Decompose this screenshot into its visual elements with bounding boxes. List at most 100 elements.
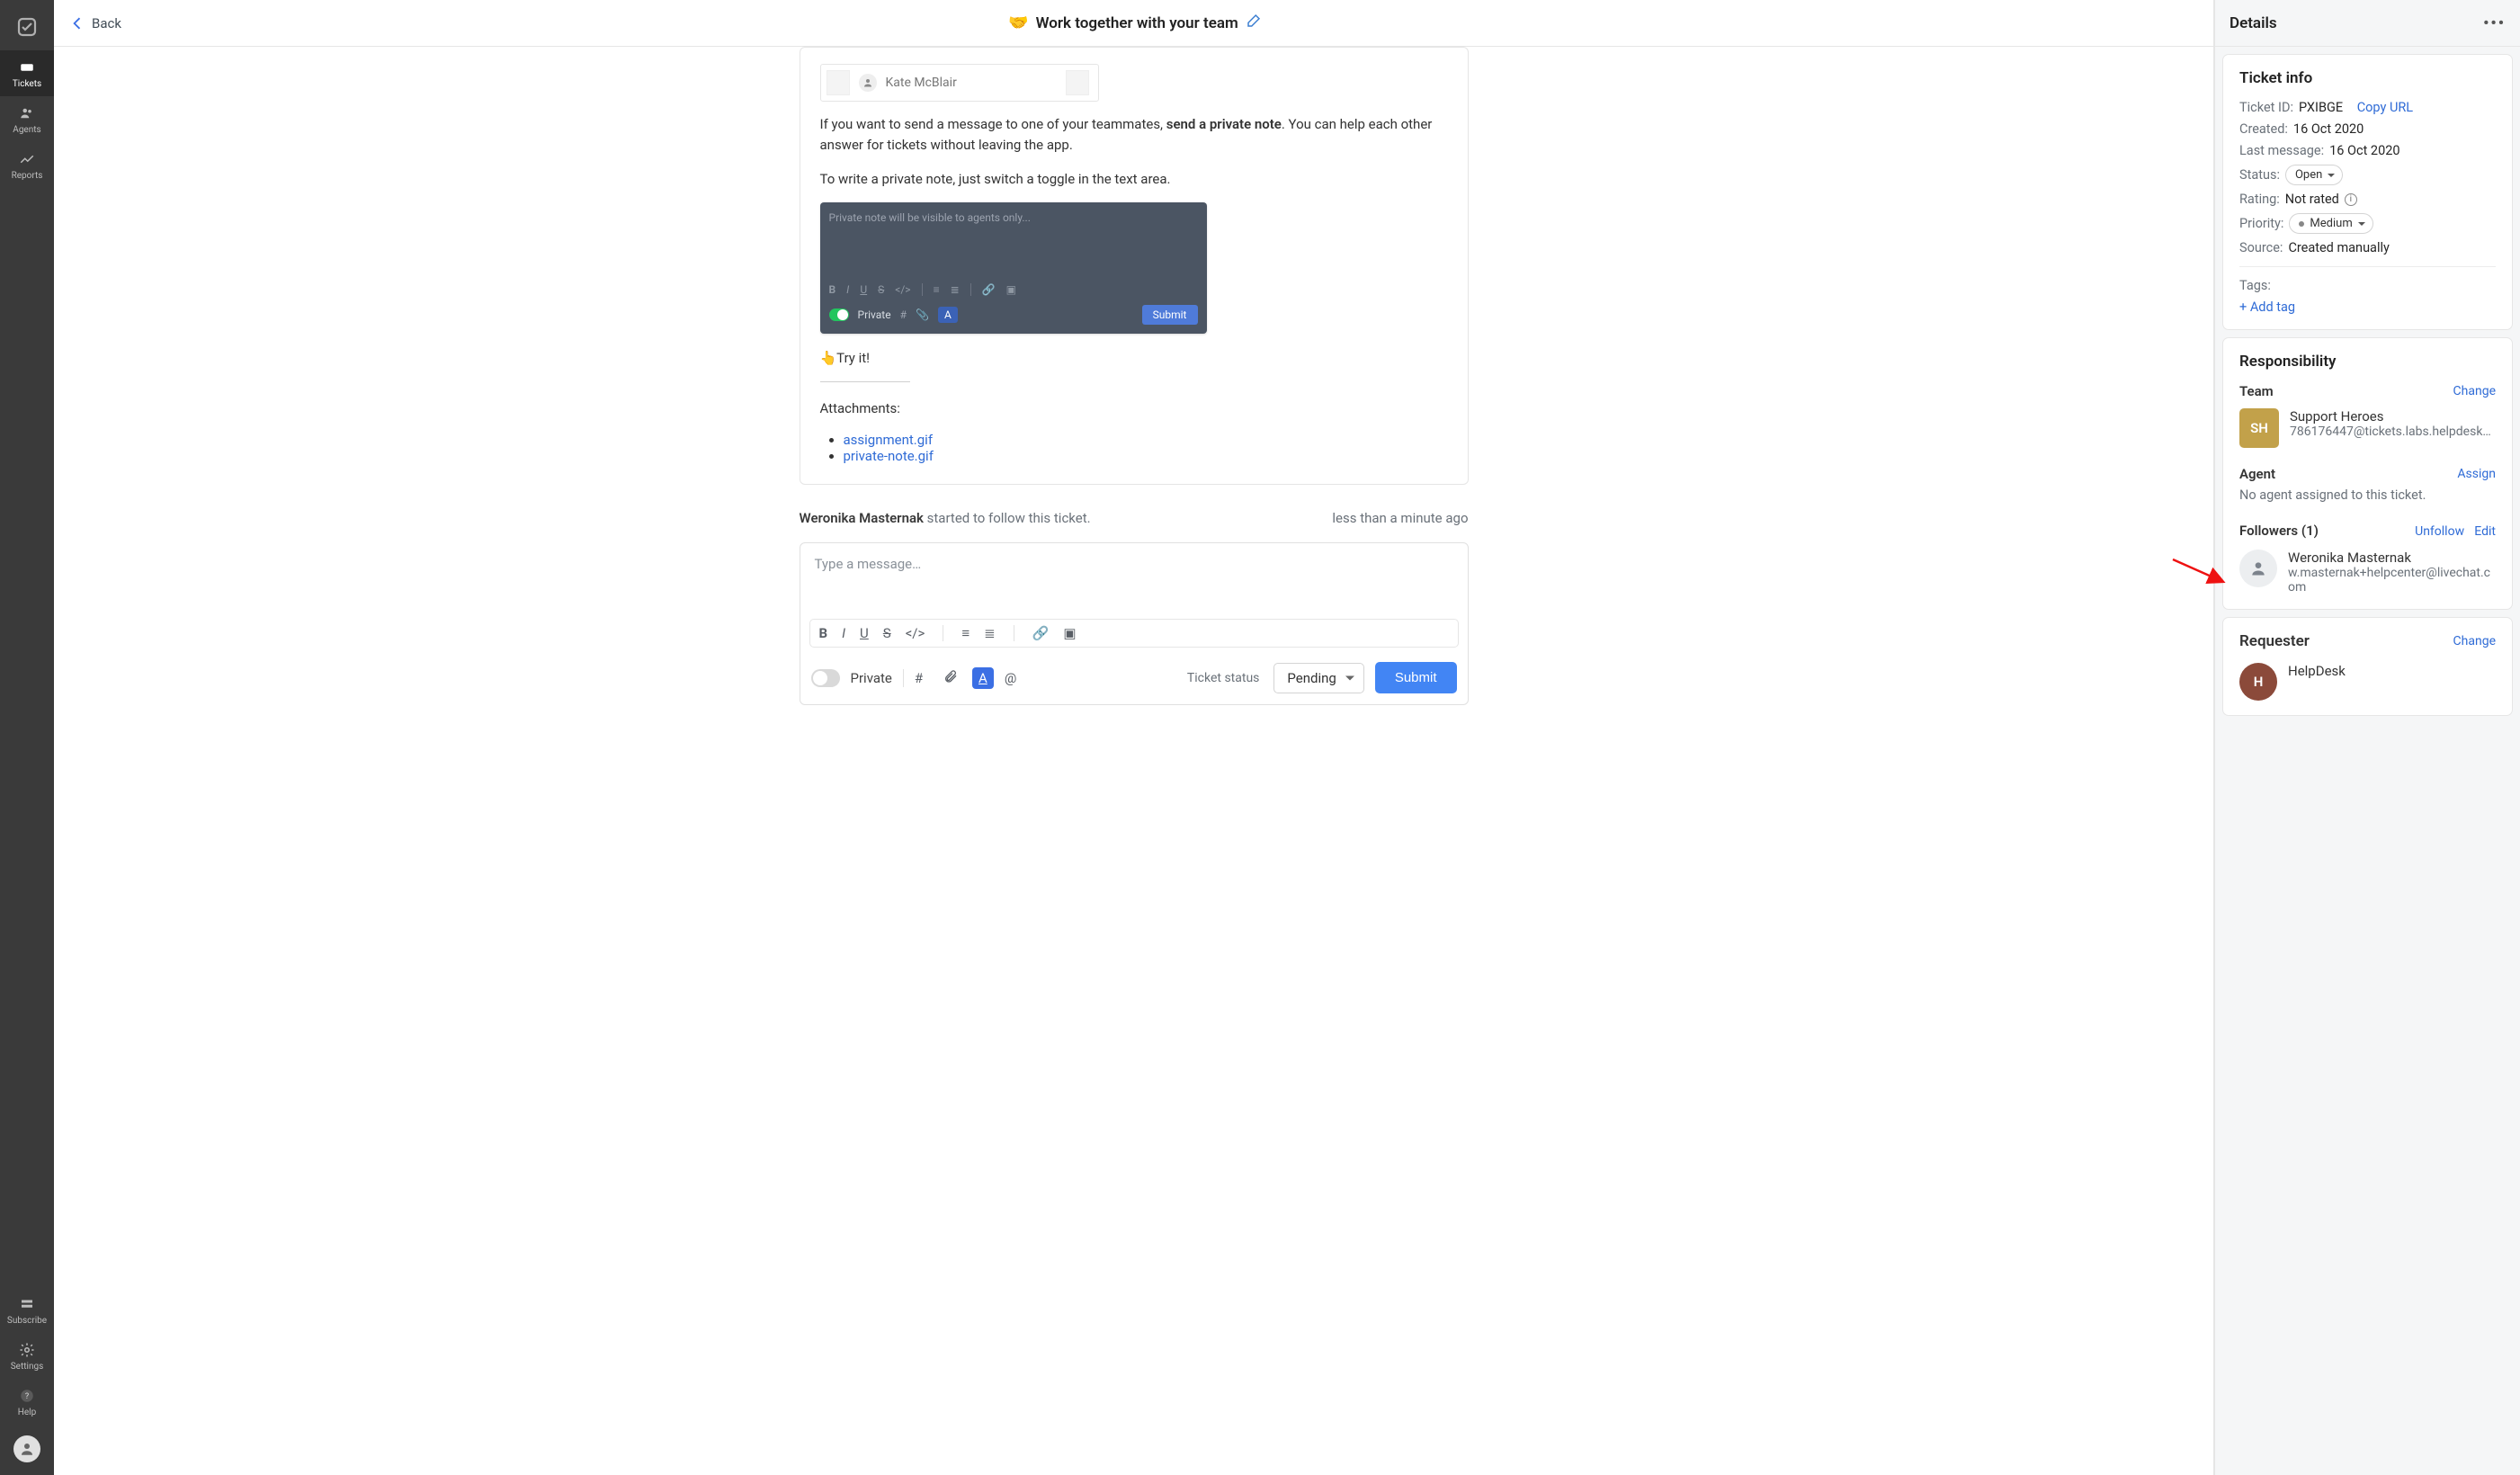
priority-chip[interactable]: Medium	[2289, 213, 2373, 234]
ticket-id-value: PXIBGE	[2299, 100, 2343, 115]
nav-tickets-label: Tickets	[13, 79, 41, 89]
attachment-link[interactable]: private-note.gif	[844, 448, 934, 464]
screenshot-submit: Submit	[1142, 305, 1198, 325]
agent-label: Agent	[2239, 466, 2275, 482]
code-icon[interactable]: </>	[906, 625, 925, 641]
activity-actor: Weronika Masternak	[800, 510, 924, 526]
svg-text:?: ?	[25, 1392, 29, 1401]
composer: Type a message… B I U S </> ≡ ≣ 🔗 ▣	[800, 542, 1469, 705]
no-agent-text: No agent assigned to this ticket.	[2239, 487, 2496, 503]
screenshot-toggle-icon	[829, 308, 849, 321]
info-icon[interactable]: i	[2345, 193, 2357, 206]
nav-settings[interactable]: Settings	[0, 1333, 54, 1379]
follower-email: w.masternak+helpcenter@livechat.com	[2288, 566, 2496, 594]
edit-title-icon[interactable]	[1246, 13, 1262, 33]
status-chip[interactable]: Open	[2285, 165, 2343, 185]
priority-label: Priority:	[2239, 216, 2283, 231]
back-label: Back	[92, 15, 121, 31]
attach-icon[interactable]	[943, 669, 961, 687]
msg-p1-pre: If you want to send a message to one of …	[820, 116, 1166, 132]
image-icon[interactable]: ▣	[1063, 625, 1076, 641]
team-change-link[interactable]: Change	[2453, 384, 2496, 398]
nav-tickets[interactable]: Tickets	[0, 50, 54, 96]
follower-name: Weronika Masternak	[2288, 550, 2496, 566]
submit-button[interactable]: Submit	[1375, 662, 1457, 693]
nav-agents[interactable]: Agents	[0, 96, 54, 142]
copy-url-link[interactable]: Copy URL	[2357, 100, 2413, 115]
nav-settings-label: Settings	[11, 1362, 44, 1372]
nav-reports[interactable]: Reports	[0, 142, 54, 188]
hash-icon[interactable]: #	[915, 670, 933, 686]
private-label: Private	[851, 670, 892, 686]
activity-row: Weronika Masternak started to follow thi…	[800, 510, 1469, 526]
agent-assign-link[interactable]: Assign	[2457, 467, 2496, 481]
requester-avatar: H	[2239, 663, 2277, 701]
source-label: Source:	[2239, 240, 2283, 255]
nav-subscribe-label: Subscribe	[7, 1316, 47, 1326]
back-button[interactable]: Back	[68, 14, 121, 32]
mention-icon[interactable]: @	[1005, 670, 1023, 686]
nav-agents-label: Agents	[13, 125, 40, 135]
last-msg-label: Last message:	[2239, 143, 2324, 158]
user-avatar[interactable]	[13, 1435, 40, 1462]
created-label: Created:	[2239, 121, 2288, 137]
screenshot-agent-search: Kate McBlair	[820, 64, 1099, 102]
formatting-toolbar: B I U S </> ≡ ≣ 🔗 ▣	[809, 619, 1459, 648]
requester-title: Requester	[2239, 632, 2310, 650]
message-card: Kate McBlair If you want to send a messa…	[800, 47, 1469, 485]
composer-input[interactable]: Type a message…	[800, 543, 1468, 619]
underline-icon[interactable]: U	[860, 625, 869, 641]
follower-avatar	[2239, 550, 2277, 587]
topbar: Back 🤝 Work together with your team	[54, 0, 2213, 47]
bold-icon[interactable]: B	[819, 625, 828, 641]
divider	[820, 381, 910, 382]
status-select[interactable]: Pending	[1273, 663, 1363, 693]
link-icon[interactable]: 🔗	[1032, 625, 1050, 641]
ticket-id-label: Ticket ID:	[2239, 100, 2293, 115]
requester-change-link[interactable]: Change	[2453, 634, 2496, 648]
requester-row: H HelpDesk	[2239, 663, 2496, 701]
tryit: 👆Try it!	[820, 348, 1448, 369]
ticket-info-card: Ticket info Ticket ID: PXIBGE Copy URL C…	[2222, 54, 2513, 330]
add-tag-button[interactable]: + Add tag	[2239, 299, 2496, 315]
details-panel: Details ••• Ticket info Ticket ID: PXIBG…	[2214, 0, 2520, 1475]
source-value: Created manually	[2288, 240, 2389, 255]
nav-help[interactable]: ? Help	[0, 1379, 54, 1425]
unfollow-link[interactable]: Unfollow	[2415, 524, 2464, 539]
followers-label: Followers (1)	[2239, 523, 2319, 539]
follower-row: Weronika Masternak w.masternak+helpcente…	[2239, 550, 2496, 594]
details-header-title: Details	[2230, 14, 2277, 32]
msg-p1-strong: send a private note	[1166, 116, 1282, 132]
ticket-content: Kate McBlair If you want to send a messa…	[54, 47, 2213, 1475]
private-toggle[interactable]	[811, 669, 840, 687]
details-more-icon[interactable]: •••	[2483, 14, 2506, 32]
activity-text: started to follow this ticket.	[924, 510, 1091, 526]
nav-reports-label: Reports	[12, 171, 43, 181]
activity-time: less than a minute ago	[1332, 510, 1468, 526]
attachment-link[interactable]: assignment.gif	[844, 432, 934, 448]
text-format-icon[interactable]: A	[972, 667, 994, 689]
nav-help-label: Help	[18, 1408, 36, 1417]
strike-icon[interactable]: S	[883, 625, 891, 641]
responsibility-title: Responsibility	[2239, 353, 2496, 371]
team-name: Support Heroes	[2290, 408, 2491, 425]
ol-icon[interactable]: ≡	[961, 625, 970, 641]
screenshot-agent-name: Kate McBlair	[886, 76, 957, 90]
title-emoji: 🤝	[1008, 13, 1028, 32]
page-title: Work together with your team	[1036, 14, 1238, 32]
status-label: Status:	[2239, 167, 2280, 183]
team-row: SH Support Heroes 786176447@tickets.labs…	[2239, 408, 2496, 448]
team-badge: SH	[2239, 408, 2279, 448]
edit-followers-link[interactable]: Edit	[2474, 524, 2496, 539]
italic-icon[interactable]: I	[842, 625, 845, 641]
ul-icon[interactable]: ≣	[984, 625, 996, 641]
last-msg-value: 16 Oct 2020	[2329, 143, 2399, 158]
screenshot-placeholder: Private note will be visible to agents o…	[829, 211, 1198, 224]
nav-subscribe[interactable]: Subscribe	[0, 1287, 54, 1333]
ticket-info-title: Ticket info	[2239, 69, 2496, 87]
status-label: Ticket status	[1187, 671, 1259, 685]
requester-card: Requester Change H HelpDesk	[2222, 617, 2513, 716]
tags-label: Tags:	[2239, 278, 2271, 293]
attachments-label: Attachments:	[820, 398, 1448, 419]
created-value: 16 Oct 2020	[2293, 121, 2364, 137]
